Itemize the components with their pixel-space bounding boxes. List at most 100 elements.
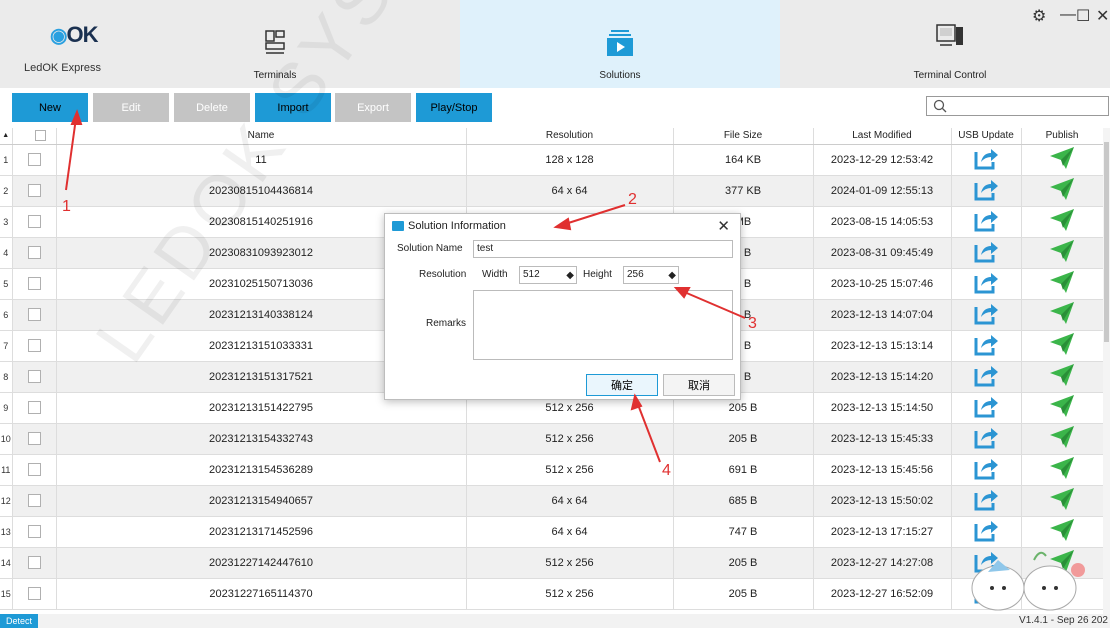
row-select-cell[interactable] (12, 206, 57, 238)
row-select-cell[interactable] (12, 392, 57, 424)
width-spin-arrows-icon[interactable]: ◆ (566, 268, 574, 284)
usb-update-icon[interactable] (973, 394, 999, 418)
row-checkbox[interactable] (27, 463, 41, 476)
publish-icon[interactable] (1049, 394, 1075, 418)
row-checkbox[interactable] (27, 277, 41, 290)
row-select-cell[interactable] (12, 485, 57, 517)
row-checkbox[interactable] (27, 153, 41, 166)
usb-update-icon[interactable] (973, 363, 999, 387)
row-checkbox[interactable] (27, 184, 41, 197)
publish-icon[interactable] (1049, 270, 1075, 294)
publish-icon[interactable] (1049, 332, 1075, 356)
publish-icon[interactable] (1049, 177, 1075, 201)
height-spinbox[interactable]: 256 ◆ (623, 266, 679, 284)
row-select-cell[interactable] (12, 299, 57, 331)
table-row[interactable]: 13 20231213171452596 64 x 64 747 B 2023-12-1… (0, 516, 1104, 548)
row-checkbox[interactable] (27, 246, 41, 259)
publish-icon[interactable] (1049, 146, 1075, 170)
row-checkbox[interactable] (27, 587, 41, 600)
table-scrollbar[interactable] (1103, 128, 1110, 614)
row-select-cell[interactable] (12, 268, 57, 300)
usb-update-icon[interactable] (973, 425, 999, 449)
settings-icon[interactable]: ⚙ (1032, 6, 1046, 26)
table-row[interactable]: 2 20230815104436814 64 x 64 377 KB 2024-01-0… (0, 175, 1104, 207)
ok-button[interactable]: 确定 (586, 374, 658, 396)
sort-indicator[interactable]: ▲ (0, 128, 13, 145)
usb-update-icon[interactable] (973, 177, 999, 201)
table-row[interactable]: 1 11 128 x 128 164 KB 2023-12-29 12:53:42 (0, 144, 1104, 176)
tab-solutions[interactable]: Solutions (460, 0, 780, 88)
row-checkbox[interactable] (27, 308, 41, 321)
publish-icon[interactable] (1049, 425, 1075, 449)
row-select-cell[interactable] (12, 454, 57, 486)
publish-icon[interactable] (1049, 363, 1075, 387)
usb-update-icon[interactable] (973, 239, 999, 263)
row-select-cell[interactable] (12, 547, 57, 579)
row-checkbox[interactable] (27, 339, 41, 352)
annotation-number-3: 3 (748, 315, 757, 332)
select-all-cell[interactable] (12, 128, 57, 145)
row-select-cell[interactable] (12, 175, 57, 207)
header-file-size[interactable]: File Size (673, 128, 814, 145)
publish-icon[interactable] (1049, 239, 1075, 263)
header-last-modified[interactable]: Last Modified (813, 128, 952, 145)
play-stop-button[interactable]: Play/Stop (416, 93, 492, 122)
usb-update-icon[interactable] (973, 332, 999, 356)
table-row[interactable]: 15 20231227165114370 512 x 256 205 B 2023-12… (0, 578, 1104, 610)
usb-update-icon[interactable] (973, 487, 999, 511)
tab-terminal-control[interactable]: Terminal Control (880, 0, 1020, 88)
publish-icon[interactable] (1049, 487, 1075, 511)
usb-update-icon[interactable] (973, 518, 999, 542)
row-checkbox[interactable] (27, 525, 41, 538)
header-resolution[interactable]: Resolution (466, 128, 674, 145)
tab-solutions-label: Solutions (599, 70, 641, 81)
scrollbar-thumb[interactable] (1104, 142, 1109, 342)
table-row[interactable]: 12 20231213154940657 64 x 64 685 B 2023-12-1… (0, 485, 1104, 517)
row-select-cell[interactable] (12, 361, 57, 393)
row-select-cell[interactable] (12, 237, 57, 269)
row-checkbox[interactable] (27, 494, 41, 507)
close-icon[interactable]: ✕ (1096, 6, 1109, 26)
top-navigation: ◉OK LedOK Express Terminals Solutions Te… (0, 0, 1110, 88)
dialog-close-icon[interactable]: ✕ (717, 217, 730, 235)
width-spinbox[interactable]: 512 ◆ (519, 266, 577, 284)
table-row[interactable]: 14 20231227142447610 512 x 256 205 B 2023-12… (0, 547, 1104, 579)
usb-update-icon[interactable] (973, 456, 999, 480)
row-checkbox[interactable] (27, 401, 41, 414)
brand-name: LedOK Express (24, 62, 102, 74)
cell-last-modified: 2023-12-13 17:15:27 (813, 516, 952, 548)
tab-terminal-control-label: Terminal Control (913, 70, 987, 81)
search-input[interactable] (927, 97, 1108, 115)
publish-icon[interactable] (1049, 208, 1075, 232)
detect-button[interactable]: Detect (0, 614, 39, 628)
minimize-icon[interactable]: — (1060, 6, 1076, 24)
solution-name-input[interactable]: test (473, 240, 733, 258)
select-all-checkbox[interactable] (34, 130, 46, 142)
cancel-button[interactable]: 取消 (663, 374, 735, 396)
row-checkbox[interactable] (27, 556, 41, 569)
publish-icon[interactable] (1049, 456, 1075, 480)
table-row[interactable]: 11 20231213154536289 512 x 256 691 B 2023-12… (0, 454, 1104, 486)
row-checkbox[interactable] (27, 370, 41, 383)
maximize-icon[interactable]: ☐ (1076, 6, 1090, 26)
usb-update-icon[interactable] (973, 208, 999, 232)
row-select-cell[interactable] (12, 144, 57, 176)
row-select-cell[interactable] (12, 578, 57, 610)
row-select-cell[interactable] (12, 330, 57, 362)
table-row[interactable]: 10 20231213154332743 512 x 256 205 B 2023-12… (0, 423, 1104, 455)
height-spin-arrows-icon[interactable]: ◆ (668, 268, 676, 284)
new-button[interactable]: New (12, 93, 88, 122)
row-select-cell[interactable] (12, 516, 57, 548)
remarks-textarea[interactable] (473, 290, 733, 360)
row-checkbox[interactable] (27, 215, 41, 228)
row-select-cell[interactable] (12, 423, 57, 455)
publish-icon[interactable] (1049, 301, 1075, 325)
export-button[interactable]: Export (335, 93, 411, 122)
row-checkbox[interactable] (27, 432, 41, 445)
usb-update-icon[interactable] (973, 301, 999, 325)
usb-update-icon[interactable] (973, 146, 999, 170)
edit-button[interactable]: Edit (93, 93, 169, 122)
publish-icon[interactable] (1049, 518, 1075, 542)
dialog-app-icon (392, 221, 404, 231)
usb-update-icon[interactable] (973, 270, 999, 294)
